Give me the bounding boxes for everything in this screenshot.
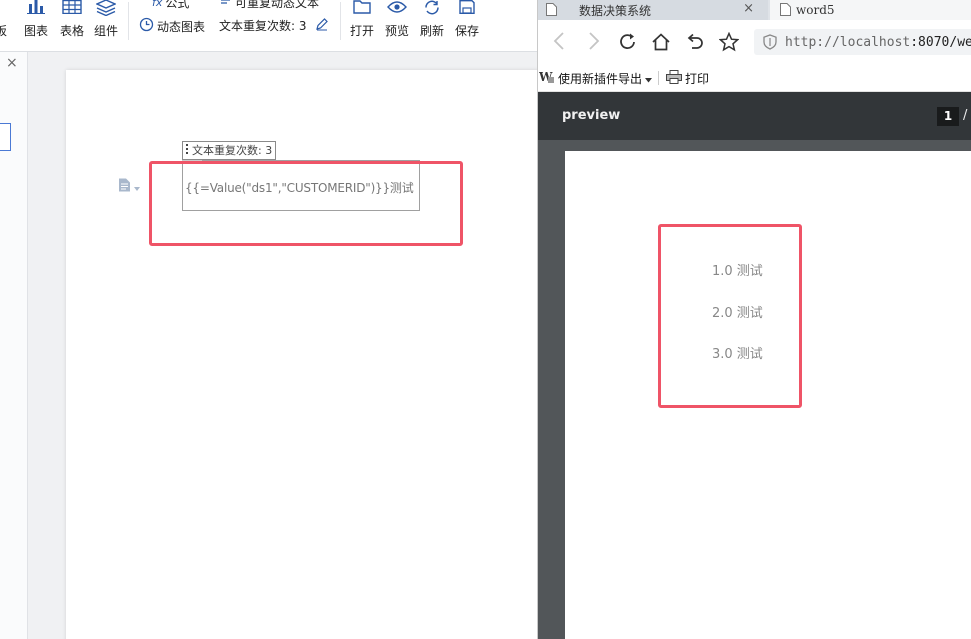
widget-label: 组件 — [93, 24, 118, 38]
home-icon[interactable] — [651, 32, 671, 55]
fx-icon: fx — [152, 0, 163, 9]
repeat-text-label: 可重复动态文本 — [235, 0, 320, 10]
tab-word5[interactable]: word5 × — [770, 0, 971, 20]
bookmarks-bar: W 使用新插件导出 打印 — [538, 64, 971, 92]
refresh-label: 刷新 — [419, 24, 444, 38]
paragraph-menu[interactable] — [118, 178, 140, 195]
refresh-icon — [418, 0, 446, 20]
designer-ribbon: 板 图表 表格 组件 fx 公式 可重复动态文本 动态图表 文本重复次数: 3 … — [0, 0, 537, 52]
formula-button[interactable]: fx 公式 — [152, 0, 189, 11]
design-page — [66, 70, 537, 639]
bookmark-separator — [658, 71, 659, 85]
page-separator: / — [963, 108, 968, 123]
repeat-text-button[interactable]: 可重复动态文本 — [220, 0, 319, 11]
repeat-count-control[interactable]: 文本重复次数: 3 — [219, 17, 307, 34]
page-number-input[interactable]: 1 — [937, 107, 959, 126]
side-panel: × — [0, 52, 28, 639]
navigation-bar: http://localhost:8070/webro — [538, 20, 971, 64]
edit-button[interactable] — [315, 17, 329, 34]
eye-icon — [383, 0, 411, 20]
page-icon — [546, 3, 557, 19]
ribbon-separator — [340, 2, 341, 40]
bar-chart-icon — [22, 0, 50, 20]
plugin-export-label: 使用新插件导出 — [558, 72, 643, 86]
page-icon — [780, 3, 791, 19]
repeat-text-icon — [220, 0, 232, 10]
table-button[interactable]: 表格 — [58, 0, 86, 40]
refresh-button[interactable]: 刷新 — [418, 0, 446, 40]
print-button[interactable]: 打印 — [666, 70, 709, 87]
print-label: 打印 — [685, 72, 710, 86]
layers-icon — [92, 0, 120, 20]
preview-button[interactable]: 预览 — [383, 0, 411, 40]
open-button[interactable]: 打开 — [348, 0, 376, 40]
report-designer: 板 图表 表格 组件 fx 公式 可重复动态文本 动态图表 文本重复次数: 3 … — [0, 0, 537, 639]
viewer-title: preview — [562, 108, 621, 123]
close-icon[interactable]: × — [6, 56, 18, 70]
tab-title: 数据决策系统 — [579, 3, 652, 18]
repeat-count-tag-text: 文本重复次数: 3 — [192, 144, 273, 157]
browser-window: 数据决策系统 × word5 × — [537, 0, 971, 639]
chart-clock-icon — [139, 17, 154, 35]
printer-icon — [666, 70, 682, 87]
repeat-count-label: 文本重复次数: 3 — [219, 19, 307, 33]
address-bar[interactable]: http://localhost:8070/webro — [754, 29, 971, 55]
save-label: 保存 — [454, 24, 479, 38]
reload-icon[interactable] — [618, 32, 638, 55]
formula-label: 公式 — [165, 0, 190, 10]
repeat-count-tag: 文本重复次数: 3 — [182, 141, 277, 160]
pdf-text-line: 2.0 测试 — [712, 306, 763, 321]
url-host: http://localhost — [785, 34, 911, 50]
dynamic-chart-label: 动态图表 — [157, 19, 206, 34]
partial-ribbon-button[interactable]: 板 — [0, 0, 8, 40]
plugin-export-button[interactable]: W 使用新插件导出 — [538, 70, 653, 87]
open-label: 打开 — [349, 24, 374, 38]
partial-ribbon-label: 板 — [0, 24, 7, 38]
back-arrow-icon[interactable] — [553, 32, 565, 53]
pdf-page: 1.0 测试 2.0 测试 3.0 测试 — [565, 151, 971, 639]
pdf-text-line: 1.0 测试 — [712, 264, 763, 279]
tab-title: word5 — [796, 3, 835, 17]
chart-button[interactable]: 图表 — [22, 0, 50, 40]
document-icon — [118, 178, 131, 195]
forward-arrow-icon[interactable] — [588, 32, 600, 53]
preview-label: 预览 — [384, 24, 409, 38]
chevron-down-icon — [645, 72, 653, 86]
table-grid-icon — [58, 0, 86, 20]
pdf-viewer-body: 1.0 测试 2.0 测试 3.0 测试 — [538, 140, 971, 639]
url-rest: :8070/webro — [910, 34, 971, 50]
word-icon: W — [538, 70, 555, 87]
chevron-down-icon — [134, 180, 140, 194]
pdf-text-line: 3.0 测试 — [712, 347, 763, 362]
chart-label: 图表 — [23, 24, 48, 38]
drag-handle-icon[interactable] — [186, 144, 188, 156]
widget-button[interactable]: 组件 — [92, 0, 120, 40]
tab-close-icon[interactable]: × — [743, 1, 754, 16]
floppy-icon — [453, 0, 481, 20]
folder-open-icon — [348, 0, 376, 20]
pdf-viewer-toolbar: preview 1 / — [538, 92, 971, 140]
dynamic-chart-button[interactable]: 动态图表 — [139, 17, 205, 35]
template-expression[interactable]: {{=Value("ds1","CUSTOMERID")}}测试 — [185, 179, 414, 196]
table-label: 表格 — [59, 24, 84, 38]
star-icon[interactable] — [718, 31, 740, 55]
undo-icon[interactable] — [685, 32, 705, 55]
tab-decision-system[interactable]: 数据决策系统 × — [538, 0, 768, 20]
url-text: http://localhost:8070/webro — [785, 35, 971, 50]
side-panel-field[interactable] — [0, 123, 11, 151]
tab-bar: 数据决策系统 × word5 × — [538, 0, 971, 20]
ribbon-separator — [128, 2, 129, 40]
save-button[interactable]: 保存 — [453, 0, 481, 40]
pencil-icon — [315, 17, 329, 34]
shield-icon — [763, 34, 777, 53]
